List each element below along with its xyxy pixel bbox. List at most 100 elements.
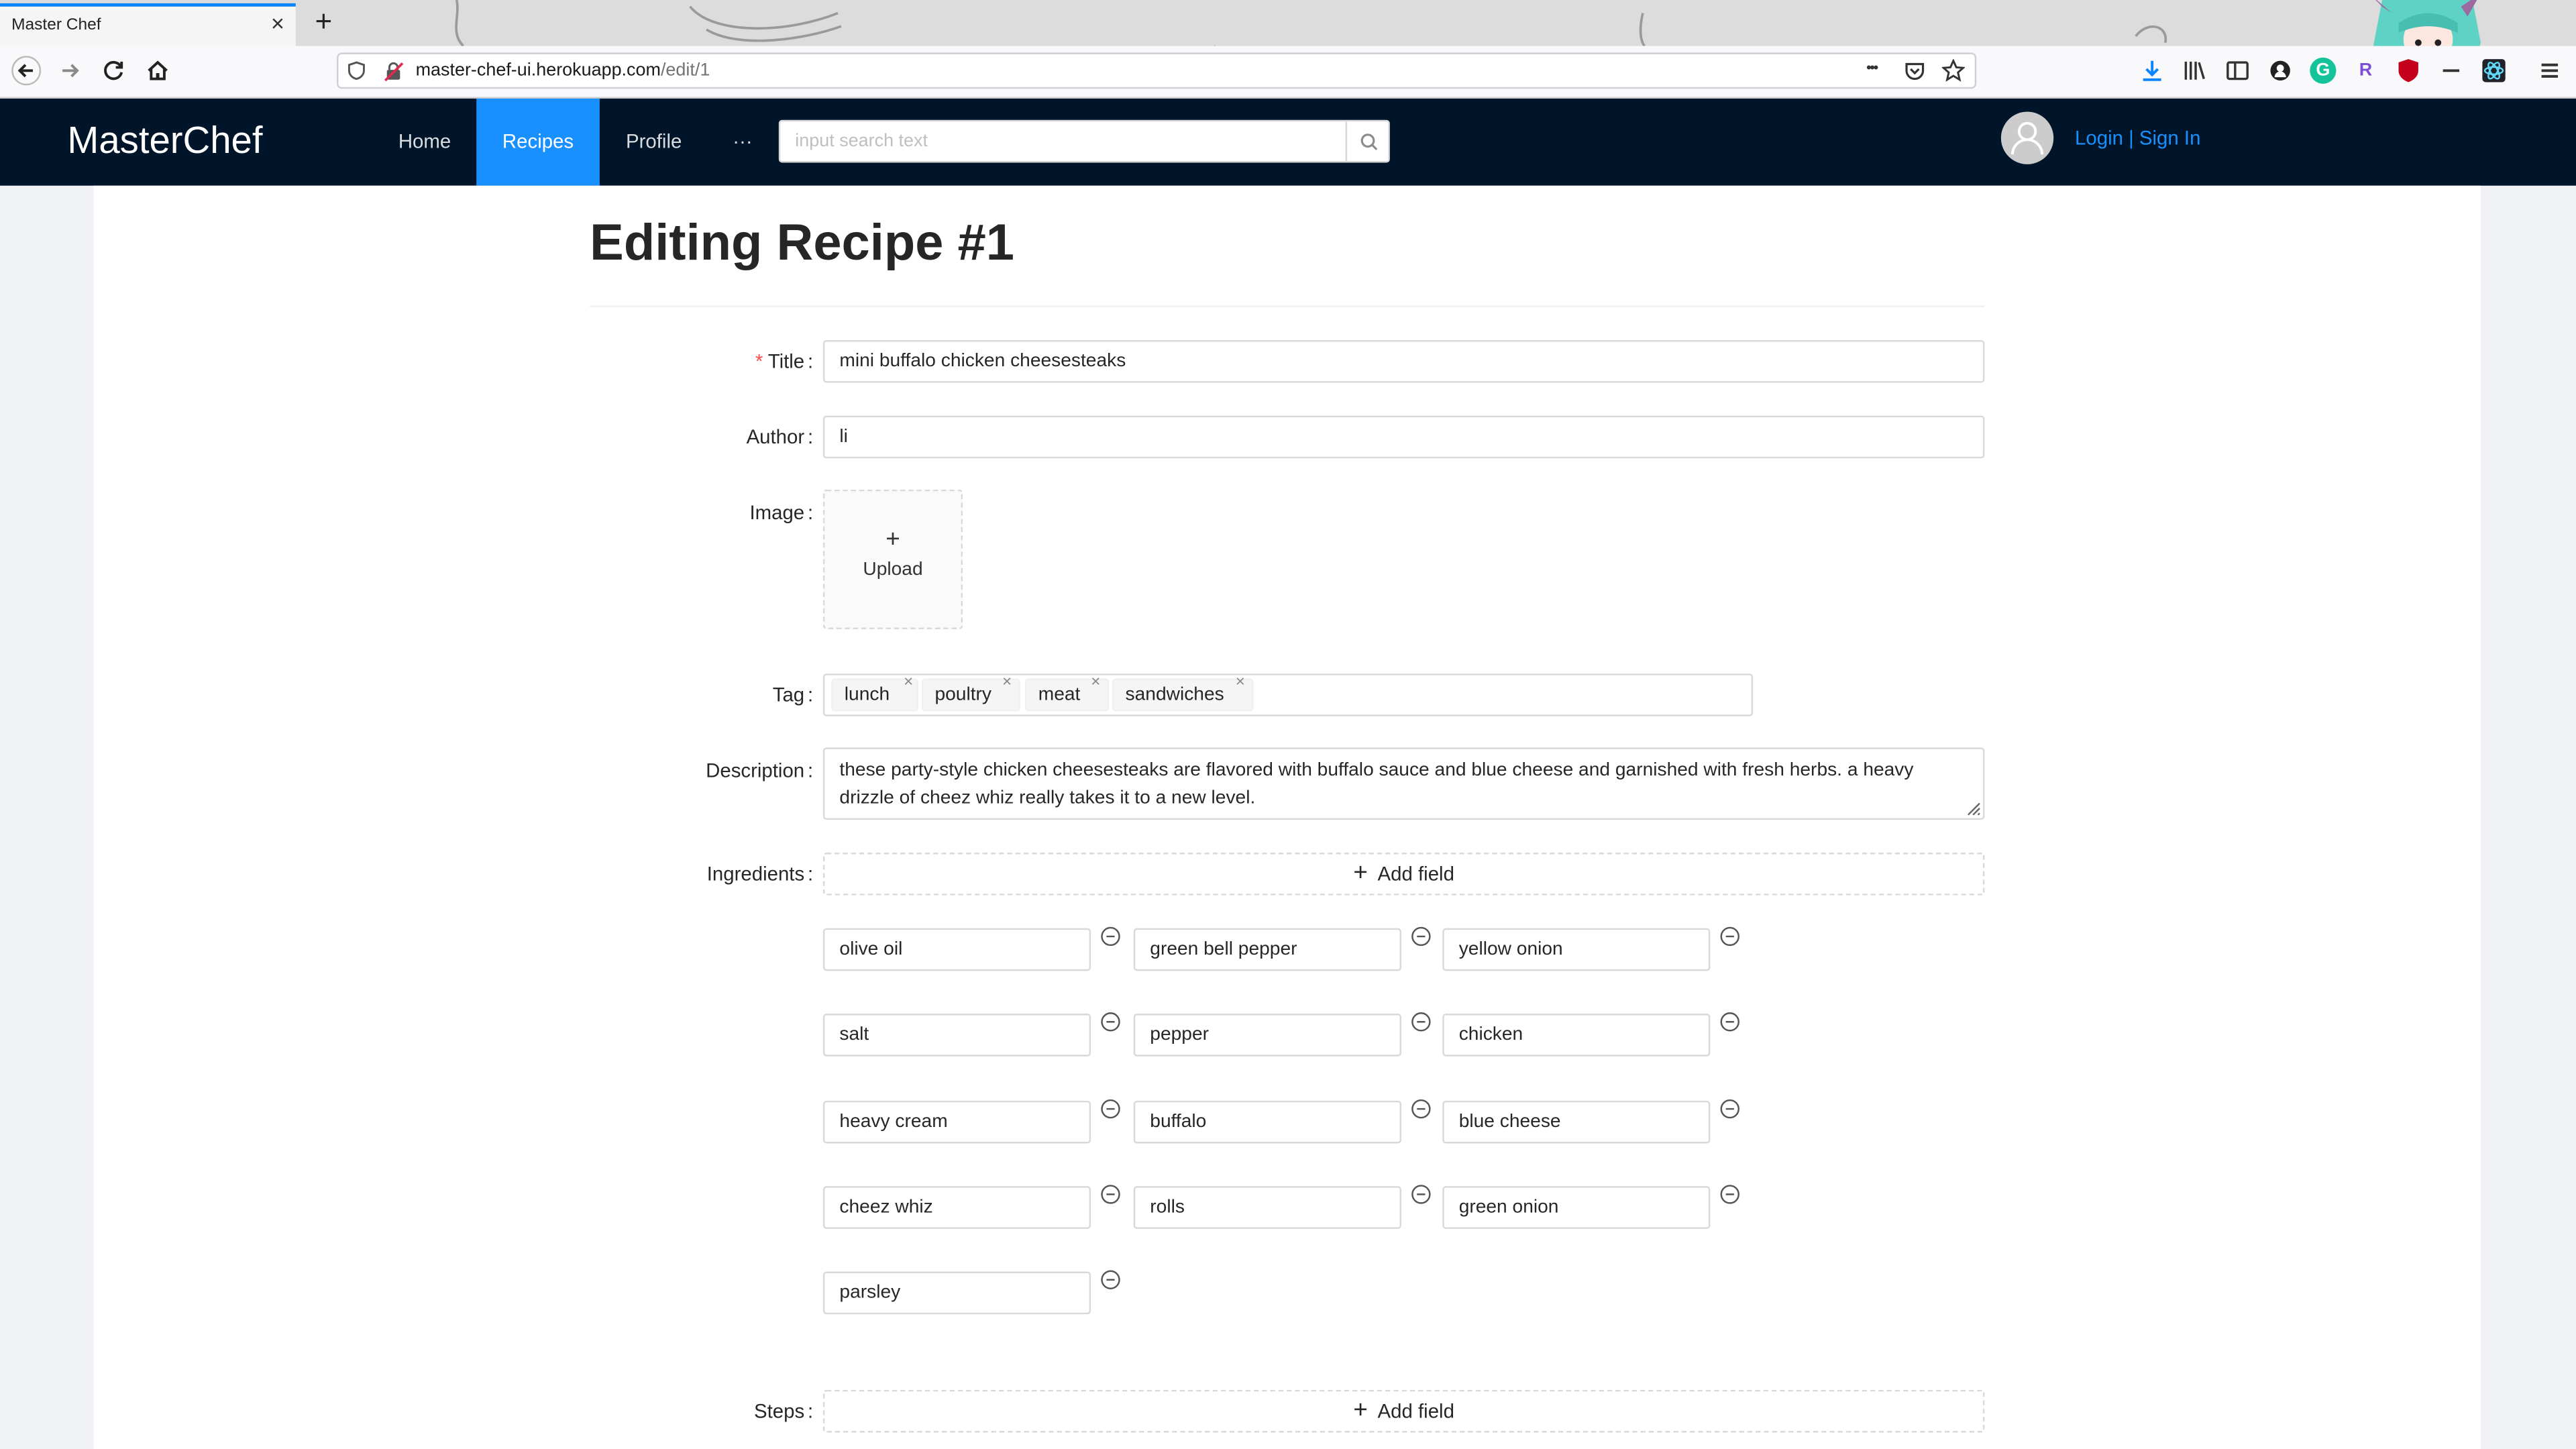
pocket-icon[interactable] [1904, 61, 1925, 83]
back-button[interactable] [8, 52, 44, 89]
login-signin-link[interactable]: Login | Sign In [2075, 127, 2200, 150]
description-textarea[interactable]: these party-style chicken cheesesteaks a… [822, 747, 1985, 820]
tag-remove-icon[interactable]: × [904, 674, 913, 693]
steps-label: Steps: [754, 1399, 814, 1423]
library-icon[interactable] [2182, 58, 2208, 84]
tag-text: poultry [934, 685, 992, 705]
description-text: these party-style chicken cheesesteaks a… [839, 760, 1914, 808]
ingredient-input[interactable]: buffalo [1133, 1100, 1401, 1144]
ingredient-input[interactable]: yellow onion [1442, 928, 1711, 971]
react-devtools-icon[interactable] [2481, 58, 2507, 84]
title-divider [590, 305, 1985, 307]
tag-remove-icon[interactable]: × [1091, 674, 1100, 693]
title-field[interactable]: mini buffalo chicken cheesesteaks [822, 339, 1985, 383]
tag-chip: sandwiches × [1112, 674, 1254, 712]
app-logo[interactable]: MasterChef [67, 118, 262, 162]
nav-item-home[interactable]: Home [373, 99, 476, 186]
remove-ingredient-icon[interactable] [1411, 1185, 1431, 1204]
download-icon[interactable] [2139, 58, 2165, 84]
plus-icon: + [1353, 1396, 1368, 1425]
tag-select[interactable]: lunch × poultry × meat × sandwiches × [822, 674, 1754, 716]
back-arrow-icon [11, 56, 42, 86]
remove-ingredient-icon[interactable] [1720, 1185, 1739, 1204]
remove-ingredient-icon[interactable] [1720, 1099, 1739, 1119]
url-bar[interactable]: master-chef-ui.herokuapp.com/edit/1 ••• [337, 52, 1977, 89]
avatar[interactable] [2000, 111, 2054, 164]
tag-chip: poultry × [921, 674, 1020, 712]
url-host: master-chef-ui.herokuapp.com [415, 60, 661, 81]
remove-ingredient-icon[interactable] [1101, 1185, 1120, 1204]
add-field-label: Add field [1377, 1399, 1454, 1423]
required-mark: * [755, 350, 763, 373]
steps-label-text: Steps [754, 1399, 805, 1423]
tag-text: lunch [844, 685, 890, 705]
image-label: Image: [749, 500, 814, 525]
new-tab-button[interactable]: + [311, 7, 337, 36]
ingredient-input[interactable]: blue cheese [1442, 1100, 1711, 1144]
shield-icon [347, 61, 365, 80]
nav-more-menu[interactable]: ··· [708, 99, 777, 186]
nav-item-profile[interactable]: Profile [600, 99, 708, 186]
tag-text: meat [1038, 685, 1081, 705]
author-label: Author: [746, 425, 814, 449]
remove-ingredient-icon[interactable] [1101, 1099, 1120, 1119]
bookmark-star-icon[interactable] [1941, 59, 1965, 82]
remove-ingredient-icon[interactable] [1101, 926, 1120, 947]
account-icon[interactable] [2267, 58, 2294, 84]
reload-button[interactable] [95, 52, 131, 89]
resize-handle-icon[interactable] [1965, 800, 1981, 816]
image-upload-button[interactable]: + Upload [822, 489, 963, 629]
url-text[interactable]: master-chef-ui.herokuapp.com/edit/1 [416, 61, 710, 80]
remove-ingredient-icon[interactable] [1411, 926, 1431, 947]
ingredient-input[interactable]: parsley [822, 1271, 1091, 1315]
sidebar-icon[interactable] [2224, 58, 2251, 84]
ingredient-input[interactable]: pepper [1133, 1014, 1401, 1057]
tag-label: Tag: [772, 683, 814, 707]
ingredient-input[interactable]: chicken [1442, 1014, 1711, 1057]
browser-tab-strip [0, 0, 2576, 46]
search-button[interactable] [1345, 121, 1390, 162]
ingredients-label-text: Ingredients [706, 862, 805, 886]
tag-remove-icon[interactable]: × [1002, 674, 1012, 693]
remove-ingredient-icon[interactable] [1720, 926, 1739, 947]
tab-close-icon[interactable]: × [266, 11, 289, 34]
description-label-text: Description [706, 759, 805, 782]
author-field[interactable]: li [822, 415, 1985, 459]
tag-text: sandwiches [1125, 685, 1224, 705]
home-button[interactable] [140, 52, 176, 89]
insecure-lock-icon[interactable] [383, 61, 405, 83]
add-ingredient-button[interactable]: + Add field [822, 853, 1985, 896]
ingredient-input[interactable]: green onion [1442, 1186, 1711, 1229]
r-extension-icon[interactable]: R [2353, 58, 2379, 84]
tag-chip: meat × [1025, 674, 1110, 712]
upload-label: Upload [863, 560, 923, 580]
ingredients-label: Ingredients: [706, 862, 814, 886]
ingredient-input[interactable]: rolls [1133, 1186, 1401, 1229]
plus-icon: + [1353, 859, 1368, 888]
grammarly-extension-icon[interactable]: G [2310, 57, 2337, 84]
tag-remove-icon[interactable]: × [1236, 674, 1245, 693]
url-path: /edit/1 [660, 60, 710, 81]
remove-ingredient-icon[interactable] [1411, 1012, 1431, 1032]
nav-item-recipes[interactable]: Recipes [476, 98, 600, 186]
tag-label-text: Tag [772, 683, 805, 707]
hamburger-menu-icon[interactable] [2536, 58, 2563, 84]
home-icon [148, 60, 168, 80]
ingredient-input[interactable]: salt [822, 1014, 1091, 1057]
ingredient-input[interactable]: green bell pepper [1133, 928, 1401, 971]
search-input[interactable] [780, 121, 1346, 162]
ingredient-input[interactable]: cheez whiz [822, 1186, 1091, 1229]
remove-ingredient-icon[interactable] [1101, 1270, 1120, 1289]
remove-ingredient-icon[interactable] [1101, 1012, 1120, 1032]
page-actions-menu-icon[interactable]: ••• [1866, 59, 1878, 75]
browser-tab[interactable]: Master Chef × [0, 3, 296, 46]
title-label: * Title: [755, 350, 814, 373]
ingredient-input[interactable]: heavy cream [822, 1100, 1091, 1144]
remove-ingredient-icon[interactable] [1720, 1012, 1739, 1032]
pin-extension-icon[interactable] [2438, 58, 2464, 84]
ingredient-input[interactable]: olive oil [822, 928, 1091, 971]
add-step-button[interactable]: + Add field [822, 1389, 1985, 1433]
forward-button[interactable] [52, 52, 89, 89]
ublock-shield-icon[interactable] [2396, 58, 2422, 84]
remove-ingredient-icon[interactable] [1411, 1099, 1431, 1119]
